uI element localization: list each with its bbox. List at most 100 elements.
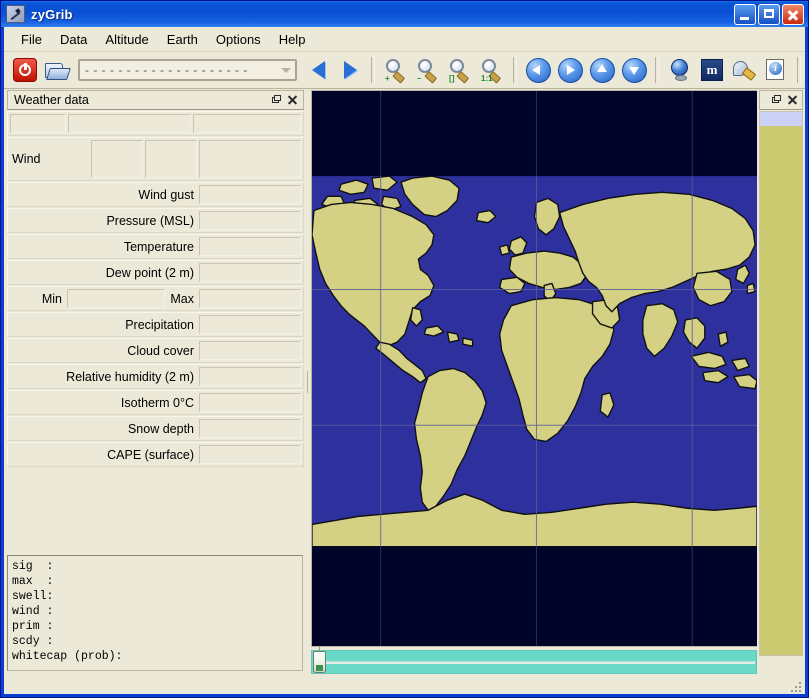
table-row-dew-point: Dew point (2 m)	[7, 260, 304, 285]
table-row-cape: CAPE (surface)	[7, 442, 304, 467]
zoom-out-button[interactable]: –	[413, 55, 443, 85]
table-row-cloud-cover: Cloud cover	[7, 338, 304, 363]
chevron-down-icon[interactable]	[277, 61, 295, 79]
row-label-relative-humidity: Relative humidity (2 m)	[8, 365, 199, 388]
open-file-button[interactable]	[42, 55, 72, 85]
table-row-snow-depth: Snow depth	[7, 416, 304, 441]
forecast-time-slider[interactable]	[311, 650, 757, 674]
grib-info-button[interactable]	[761, 55, 791, 85]
weather-panel-spacer	[4, 467, 306, 553]
value-snow-depth	[199, 419, 301, 438]
maximize-button[interactable]	[758, 4, 780, 25]
toolbar-separator-3	[655, 57, 659, 83]
value-dew-point	[199, 263, 301, 282]
circle-arrow-down-icon	[622, 58, 647, 83]
table-row-pressure: Pressure (MSL)	[7, 208, 304, 233]
value-cape	[199, 445, 301, 464]
circle-arrow-left-icon	[526, 58, 551, 83]
zoom-out-mark: –	[417, 75, 421, 83]
value-cloud-cover	[199, 341, 301, 360]
toolbar-separator	[371, 57, 375, 83]
magnifier-one-to-one-icon: 1:1	[480, 58, 504, 82]
menu-earth[interactable]: Earth	[158, 29, 207, 50]
close-button[interactable]	[782, 4, 804, 25]
triangle-right-icon	[344, 61, 357, 79]
resize-grip[interactable]	[789, 680, 801, 692]
color-scale-panel[interactable]	[759, 111, 803, 656]
row-label-min: Min	[8, 287, 67, 310]
slider-handle[interactable]	[313, 651, 326, 673]
pencil-document-icon	[6, 5, 25, 23]
letter-m-icon: m	[701, 59, 723, 81]
next-date-button[interactable]	[335, 55, 365, 85]
world-map-view[interactable]	[311, 90, 757, 647]
move-west-button[interactable]	[523, 55, 553, 85]
table-row-isotherm: Isotherm 0°C	[7, 390, 304, 415]
weather-close-icon[interactable]	[286, 94, 299, 107]
menu-options[interactable]: Options	[207, 29, 270, 50]
right-dock-close-icon[interactable]	[786, 94, 799, 107]
row-label-snow-depth: Snow depth	[8, 417, 199, 440]
value-precipitation	[199, 315, 301, 334]
header-cell-0	[10, 114, 66, 133]
right-dock-title-bar	[759, 90, 803, 110]
circle-arrow-right-icon	[558, 58, 583, 83]
open-folder-icon	[45, 60, 69, 80]
map-area	[311, 89, 757, 674]
connect-button[interactable]	[729, 55, 759, 85]
row-label-wind: Wind	[8, 138, 91, 180]
row-label-dew-point: Dew point (2 m)	[8, 261, 199, 284]
earth-globe-button[interactable]	[665, 55, 695, 85]
value-temperature	[199, 237, 301, 256]
move-south-button[interactable]	[619, 55, 649, 85]
weather-data-dock: Weather data Wind	[4, 89, 306, 674]
zoom-fit-mark: [ ]	[449, 75, 454, 83]
zoom-in-button[interactable]: +	[381, 55, 411, 85]
row-label-cloud-cover: Cloud cover	[8, 339, 199, 362]
meteotable-button[interactable]: m	[697, 55, 727, 85]
table-row-min-max: Min Max	[7, 286, 304, 311]
header-cell-1	[68, 114, 191, 133]
menu-data[interactable]: Data	[51, 29, 96, 50]
weather-float-icon[interactable]	[270, 94, 283, 107]
magnifier-fit-icon: [ ]	[448, 58, 472, 82]
main-window: zyGrib File Data Altitude Earth Options …	[0, 0, 809, 698]
weather-data-title-bar: Weather data	[7, 90, 304, 110]
toolbar-separator-4	[797, 57, 801, 83]
zoom-in-mark: +	[385, 75, 390, 83]
weather-data-table: Wind Wind gust Pressure (MSL)	[7, 111, 304, 467]
menu-help[interactable]: Help	[270, 29, 315, 50]
value-max	[199, 289, 301, 308]
color-scale-top-band	[760, 112, 802, 126]
value-pressure	[199, 211, 301, 230]
file-combo[interactable]: - - - - - - - - - - - - - - - - - - - -	[78, 59, 297, 81]
value-wind-gust	[199, 185, 301, 204]
file-combo-value: - - - - - - - - - - - - - - - - - - - -	[80, 63, 277, 77]
table-row-header	[7, 111, 304, 136]
toolbar-separator-2	[513, 57, 517, 83]
row-label-cape: CAPE (surface)	[8, 443, 199, 466]
header-cell-2	[193, 114, 301, 133]
zoom-actual-button[interactable]: 1:1	[477, 55, 507, 85]
row-label-pressure: Pressure (MSL)	[8, 209, 199, 232]
wind-cell-1	[145, 140, 197, 178]
color-scale-fill	[760, 126, 802, 655]
previous-date-button[interactable]	[303, 55, 333, 85]
row-label-max: Max	[167, 287, 199, 310]
zoom-fit-button[interactable]: [ ]	[445, 55, 475, 85]
move-north-button[interactable]	[587, 55, 617, 85]
power-icon	[13, 58, 37, 82]
menu-altitude[interactable]: Altitude	[96, 29, 157, 50]
move-east-button[interactable]	[555, 55, 585, 85]
minimize-button[interactable]	[734, 4, 756, 25]
quit-button[interactable]	[10, 55, 40, 85]
menu-file[interactable]: File	[12, 29, 51, 50]
client-area: File Data Altitude Earth Options Help - …	[3, 27, 806, 695]
table-row-wind-gust: Wind gust	[7, 182, 304, 207]
table-row-precipitation: Precipitation	[7, 312, 304, 337]
globe-icon	[669, 59, 691, 81]
plug-icon	[732, 59, 756, 81]
map-terminator-south	[312, 547, 757, 646]
window-title: zyGrib	[31, 7, 734, 22]
right-dock-float-icon[interactable]	[770, 94, 783, 107]
